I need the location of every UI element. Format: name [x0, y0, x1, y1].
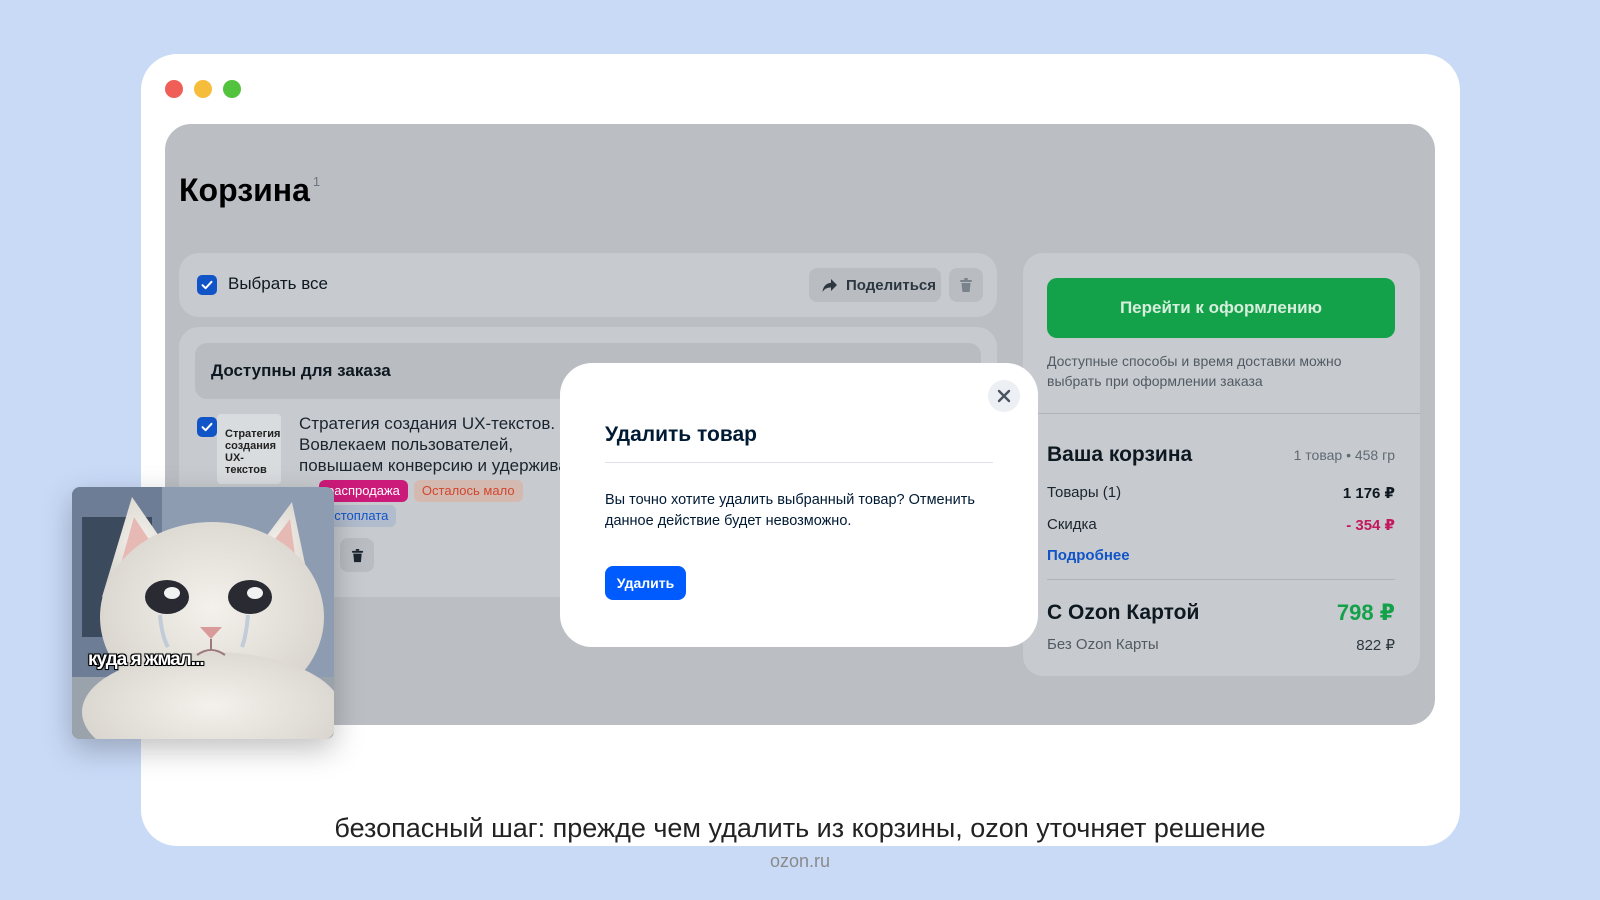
maximize-window-dot[interactable]	[223, 80, 241, 98]
dialog-message: Вы точно хотите удалить выбранный товар?…	[605, 492, 975, 529]
delete-selected-button[interactable]	[949, 268, 983, 302]
divider	[1023, 413, 1420, 414]
item-title[interactable]: Стратегия создания UX-текстов. Вовлекаем…	[299, 413, 579, 476]
item-delete-button[interactable]	[340, 538, 374, 572]
confirm-delete-button[interactable]: Удалить	[605, 566, 686, 600]
checkout-button[interactable]: Перейти к оформлению	[1047, 278, 1395, 338]
close-icon	[997, 389, 1011, 403]
item-cover-image[interactable]: Стратегия создания UX-текстов	[217, 414, 281, 484]
dialog-title: Удалить товар	[605, 423, 758, 446]
ozon-card-price: 798 ₽	[1336, 600, 1395, 625]
close-window-dot[interactable]	[165, 80, 183, 98]
crying-cat-meme: куда я жмал...	[72, 487, 334, 739]
trash-icon	[351, 548, 363, 562]
your-cart-title: Ваша корзина	[1047, 443, 1193, 466]
cat-picture	[72, 487, 334, 739]
divider	[1047, 579, 1395, 580]
share-arrow-icon	[822, 278, 837, 292]
item-cover-text: Стратегия создания UX-текстов	[225, 428, 281, 476]
window-controls	[165, 80, 241, 98]
meme-caption: куда я жмал...	[88, 649, 205, 670]
dialog-close-button[interactable]	[988, 380, 1020, 412]
check-icon	[201, 422, 213, 432]
ozon-card-label: С Ozon Картой	[1047, 601, 1200, 624]
minimize-window-dot[interactable]	[194, 80, 212, 98]
no-card-price: 822 ₽	[1356, 637, 1395, 654]
slide-caption: безопасный шаг: прежде чем удалить из ко…	[334, 813, 1266, 843]
goods-label: Товары (1)	[1047, 484, 1122, 501]
discount-value: - 354 ₽	[1346, 517, 1395, 534]
delivery-note: Доступные способы и время доставки можно…	[1047, 353, 1342, 389]
item-checkbox[interactable]	[197, 417, 217, 437]
delete-item-dialog: Удалить товар Вы точно хотите удалить вы…	[560, 363, 1038, 647]
goods-value: 1 176 ₽	[1342, 485, 1395, 502]
no-card-label: Без Ozon Карты	[1047, 636, 1159, 653]
discount-label: Скидка	[1047, 516, 1097, 533]
select-all-label[interactable]: Выбрать все	[228, 274, 328, 294]
discount-details-link[interactable]: Подробнее	[1047, 547, 1130, 564]
source-label: ozon.ru	[769, 851, 831, 871]
cart-toolbar: Выбрать все Поделиться	[179, 253, 997, 317]
check-icon	[201, 280, 213, 290]
dialog-divider	[605, 462, 993, 463]
page-title: Корзина 1	[179, 172, 321, 208]
share-label: Поделиться	[846, 276, 937, 294]
cart-count: 1	[312, 174, 321, 189]
low-stock-badge: Осталось мало	[413, 480, 523, 502]
item-badges: распродажа Осталось мало	[319, 480, 523, 502]
trash-icon	[960, 278, 972, 292]
order-summary: Перейти к оформлению Доступные способы и…	[1023, 253, 1420, 676]
cart-meta: 1 товар • 458 гр	[1293, 447, 1395, 463]
select-all-checkbox[interactable]	[197, 275, 217, 295]
share-button[interactable]: Поделиться	[809, 268, 941, 302]
